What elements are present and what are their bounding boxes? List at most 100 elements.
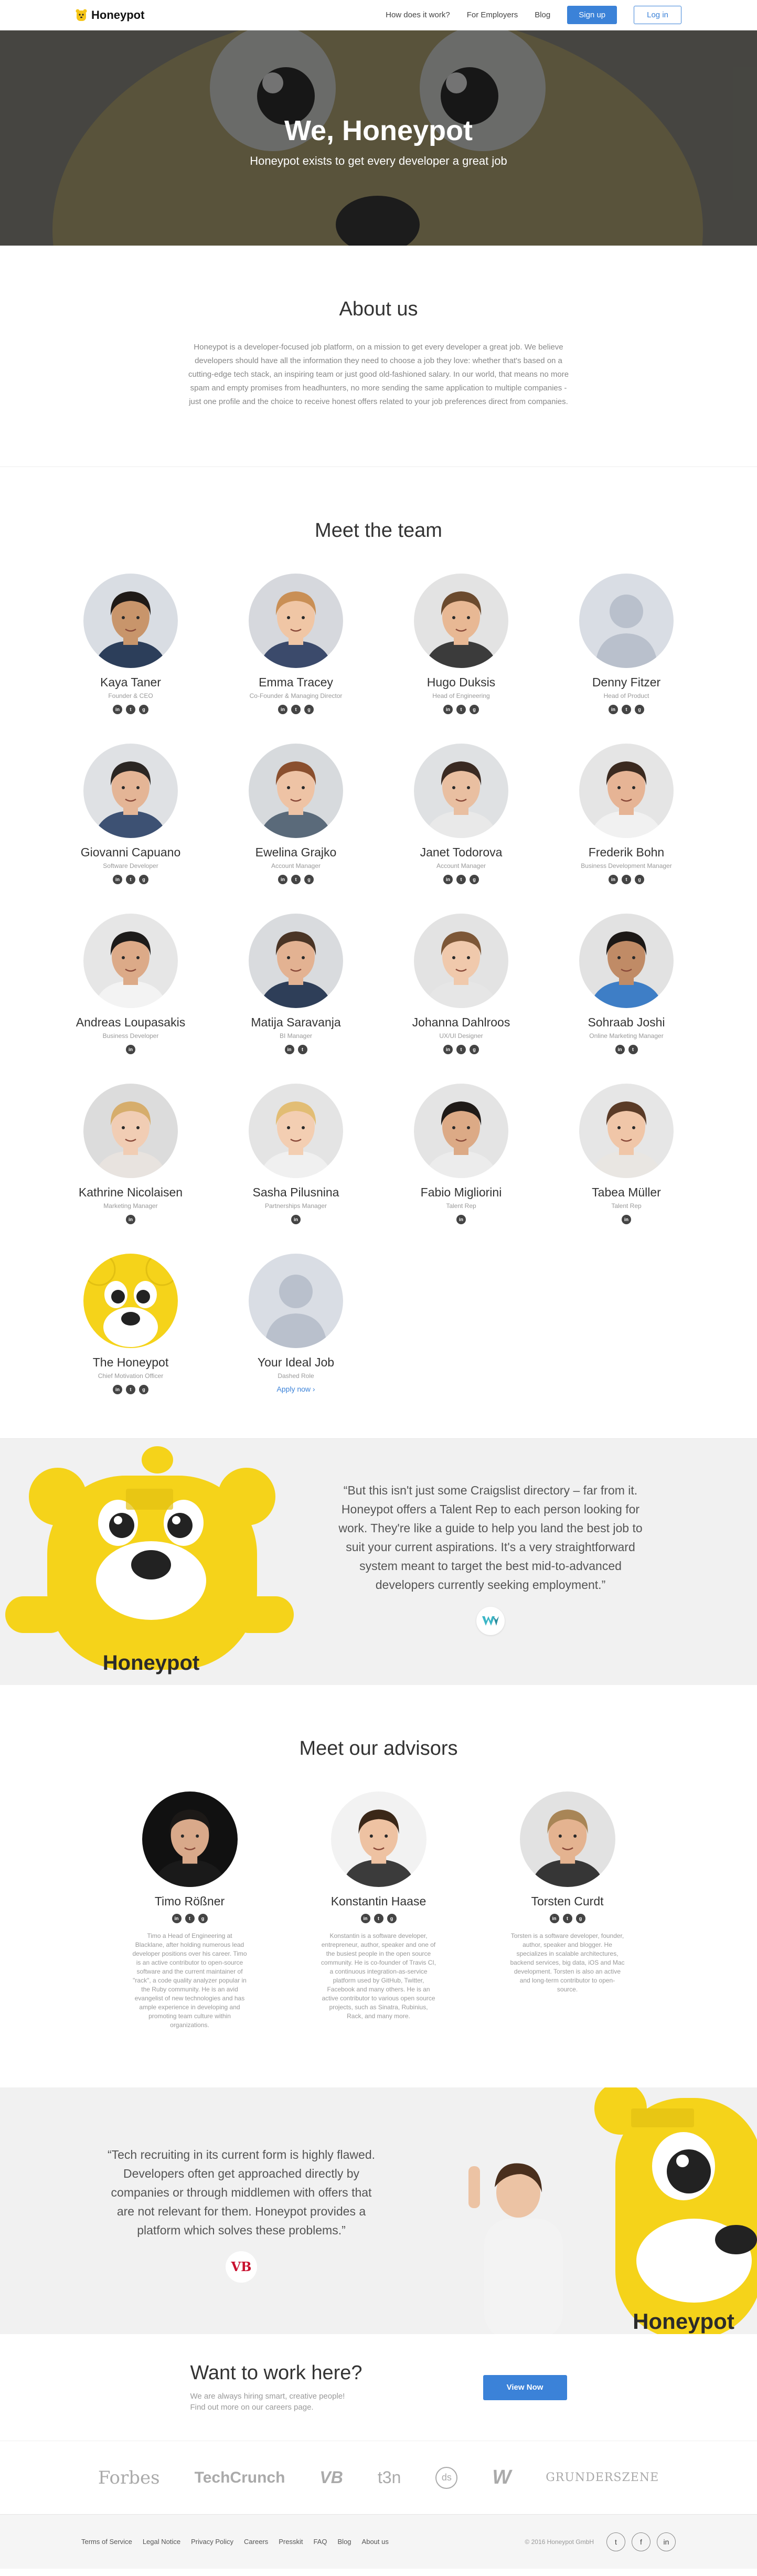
twitter-icon[interactable]: t <box>622 705 631 714</box>
linkedin-icon[interactable]: in <box>443 705 453 714</box>
linkedin-icon[interactable]: in <box>284 1045 294 1054</box>
brand-logo[interactable]: Honeypot <box>76 8 144 22</box>
press-logo-gruenderszene[interactable]: GRUNDERSZENE <box>546 2471 659 2484</box>
linkedin-icon[interactable]: in <box>549 1914 559 1923</box>
avatar <box>579 914 674 1008</box>
github-icon[interactable]: g <box>139 1385 148 1394</box>
linkedin-icon[interactable]: in <box>113 875 122 884</box>
signup-button[interactable]: Sign up <box>567 6 617 24</box>
twitter-icon[interactable]: t <box>562 1914 572 1923</box>
team-member-janet-todorova: Janet Todorova Account Manager in t g <box>379 744 544 886</box>
press-logo-vb[interactable]: VB <box>319 2468 343 2487</box>
press-logo-forbes[interactable]: Forbes <box>98 2467 160 2488</box>
team-member-kathrine-nicolaisen: Kathrine Nicolaisen Marketing Manager in <box>48 1084 214 1226</box>
advisor-socials: in t g <box>360 1914 397 1923</box>
advisor-timo-r-ner: Timo Rößner in t g Timo a Head of Engine… <box>95 1791 284 2030</box>
member-socials: in t <box>615 1045 638 1054</box>
press-logo-w[interactable]: W <box>492 2466 511 2489</box>
github-icon[interactable]: g <box>470 705 479 714</box>
linkedin-icon[interactable]: in <box>456 1215 466 1224</box>
team-member-johanna-dahlroos: Johanna Dahlroos UX/UI Designer in t g <box>379 914 544 1056</box>
apply-now-link[interactable]: Apply now › <box>276 1385 315 1393</box>
github-icon[interactable]: g <box>304 705 314 714</box>
github-icon[interactable]: g <box>635 705 644 714</box>
twitter-icon[interactable]: t <box>456 1045 466 1054</box>
avatar <box>414 914 508 1008</box>
twitter-icon[interactable]: t <box>126 705 135 714</box>
member-role: Head of Product <box>603 692 649 699</box>
footer-link-terms-of-service[interactable]: Terms of Service <box>81 2538 132 2546</box>
nav-how-it-works-link[interactable]: How does it work? <box>386 10 450 19</box>
member-socials: in t g <box>278 875 314 884</box>
linkedin-icon[interactable]: in <box>278 875 287 884</box>
github-icon[interactable]: g <box>139 705 148 714</box>
press-logo-t3n[interactable]: t3n <box>378 2468 401 2487</box>
twitter-icon[interactable]: t <box>456 875 466 884</box>
linkedin-icon[interactable]: in <box>622 1215 631 1224</box>
linkedin-icon[interactable]: in <box>609 705 618 714</box>
linkedin-icon[interactable]: in <box>443 875 453 884</box>
github-icon[interactable]: g <box>304 875 314 884</box>
team-member-emma-tracey: Emma Tracey Co-Founder & Managing Direct… <box>214 574 379 716</box>
footer-link-presskit[interactable]: Presskit <box>279 2538 303 2546</box>
footer-link-privacy-policy[interactable]: Privacy Policy <box>191 2538 233 2546</box>
github-icon[interactable]: g <box>198 1914 208 1923</box>
member-name: Denny Fitzer <box>592 675 661 689</box>
footer-link-about-us[interactable]: About us <box>362 2538 389 2546</box>
footer-link-careers[interactable]: Careers <box>244 2538 268 2546</box>
facebook-icon[interactable]: f <box>632 2532 651 2551</box>
github-icon[interactable]: g <box>470 1045 479 1054</box>
avatar <box>414 744 508 838</box>
vb-quote-text: “Tech recruiting in its current form is … <box>107 2148 376 2237</box>
member-socials: in t g <box>443 705 479 714</box>
linkedin-icon[interactable]: in <box>360 1914 370 1923</box>
linkedin-icon[interactable]: in <box>278 705 287 714</box>
avatar <box>249 574 343 668</box>
twitter-icon[interactable]: t <box>291 875 301 884</box>
twitter-icon[interactable]: t <box>297 1045 307 1054</box>
linkedin-icon[interactable]: in <box>609 875 618 884</box>
press-logo-ds-mark: ds <box>435 2466 458 2489</box>
linkedin-icon[interactable]: in <box>657 2532 676 2551</box>
press-logo-deutsche-startups[interactable]: ds <box>435 2466 458 2489</box>
twitter-icon[interactable]: t <box>185 1914 195 1923</box>
twitter-icon[interactable]: t <box>606 2532 625 2551</box>
nav-for-employers-link[interactable]: For Employers <box>467 10 518 19</box>
bear-logo-icon <box>76 9 87 21</box>
footer-link-legal-notice[interactable]: Legal Notice <box>143 2538 180 2546</box>
linkedin-icon[interactable]: in <box>291 1215 301 1224</box>
member-role: Chief Motivation Officer <box>98 1372 164 1380</box>
member-name: Your Ideal Job <box>257 1355 335 1369</box>
advisor-name: Timo Rößner <box>154 1894 225 1908</box>
press-logo-techcrunch[interactable]: TechCrunch <box>195 2469 285 2487</box>
github-icon[interactable]: g <box>470 875 479 884</box>
login-button[interactable]: Log in <box>634 6 681 24</box>
linkedin-icon[interactable]: in <box>172 1914 182 1923</box>
twitter-icon[interactable]: t <box>126 1385 135 1394</box>
linkedin-icon[interactable]: in <box>615 1045 625 1054</box>
vb-quote: “Tech recruiting in its current form is … <box>105 2145 378 2283</box>
linkedin-icon[interactable]: in <box>443 1045 453 1054</box>
twitter-icon[interactable]: t <box>456 705 466 714</box>
member-socials: in <box>126 1045 135 1054</box>
nav-blog-link[interactable]: Blog <box>535 10 550 19</box>
avatar <box>249 914 343 1008</box>
linkedin-icon[interactable]: in <box>113 705 122 714</box>
twitter-icon[interactable]: t <box>291 705 301 714</box>
twitter-icon[interactable]: t <box>374 1914 383 1923</box>
github-icon[interactable]: g <box>635 875 644 884</box>
linkedin-icon[interactable]: in <box>126 1215 135 1224</box>
about-title: About us <box>339 298 418 320</box>
twitter-icon[interactable]: t <box>628 1045 638 1054</box>
careers-line-2: Find out more on our careers page. <box>190 2403 314 2412</box>
twitter-icon[interactable]: t <box>126 875 135 884</box>
twitter-icon[interactable]: t <box>622 875 631 884</box>
linkedin-icon[interactable]: in <box>113 1385 122 1394</box>
footer-link-blog[interactable]: Blog <box>338 2538 351 2546</box>
github-icon[interactable]: g <box>139 875 148 884</box>
github-icon[interactable]: g <box>575 1914 585 1923</box>
linkedin-icon[interactable]: in <box>126 1045 135 1054</box>
github-icon[interactable]: g <box>387 1914 397 1923</box>
footer-link-faq[interactable]: FAQ <box>314 2538 327 2546</box>
view-careers-button[interactable]: View Now <box>483 2374 567 2400</box>
